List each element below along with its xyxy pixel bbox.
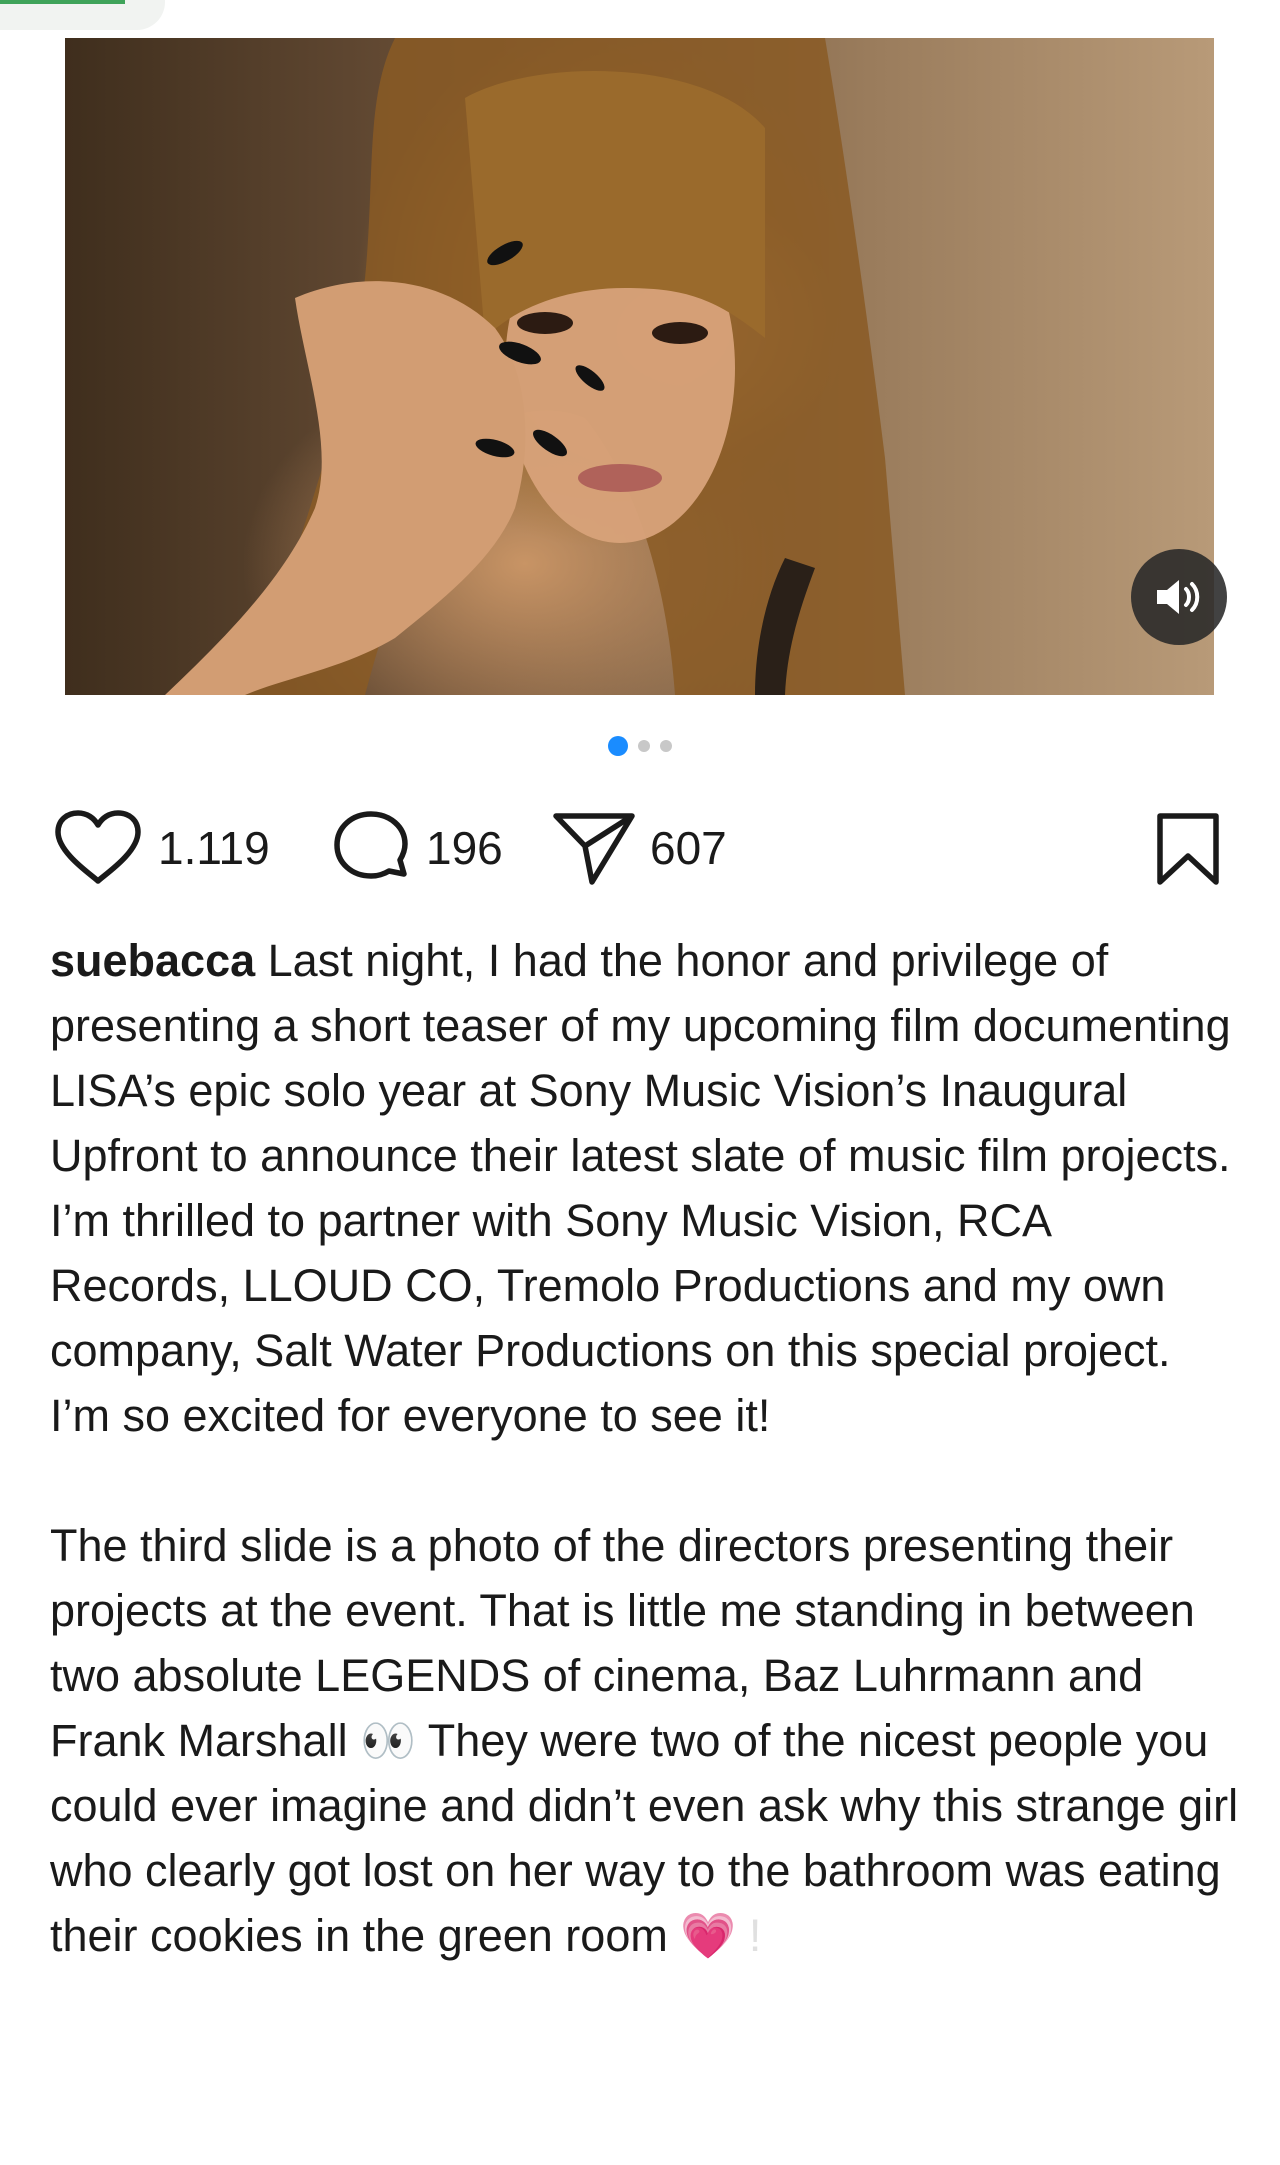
save-button[interactable] (1154, 812, 1222, 891)
carousel-indicator (0, 736, 1280, 756)
speaker-icon (1157, 580, 1200, 614)
like-button[interactable]: 1.119 (52, 808, 270, 888)
caption-paragraph-1: suebacca Last night, I had the honor and… (50, 928, 1240, 1448)
photo-illustration (165, 38, 905, 695)
share-count: 607 (650, 822, 727, 874)
post-media[interactable] (65, 38, 1214, 695)
heart-emoji: 💗 (680, 1910, 737, 1961)
top-tab-fragment (0, 0, 165, 30)
tab-indicator (0, 0, 125, 4)
comment-button[interactable]: 196 (332, 808, 503, 888)
caption-text-1: Last night, I had the honor and privileg… (50, 935, 1231, 1441)
send-icon (553, 813, 635, 885)
post-actions-bar: 1.119 196 607 (52, 808, 1228, 888)
heart-icon (55, 810, 141, 884)
like-count: 1.119 (158, 822, 270, 874)
sound-toggle-button[interactable] (1131, 549, 1227, 645)
carousel-dot[interactable] (638, 740, 650, 752)
caption-paragraph-2: The third slide is a photo of the direct… (50, 1513, 1240, 1968)
comment-bubble-icon (334, 811, 408, 879)
carousel-dot-active[interactable] (608, 736, 628, 756)
comment-count: 196 (426, 822, 503, 874)
bookmark-icon (1157, 813, 1219, 885)
caption-username[interactable]: suebacca (50, 935, 255, 986)
carousel-dot[interactable] (660, 740, 672, 752)
caption-faded-text: ! (736, 1910, 762, 1961)
post-caption: suebacca Last night, I had the honor and… (50, 928, 1240, 1968)
share-button[interactable]: 607 (552, 808, 727, 888)
eyes-emoji: 👀 (360, 1715, 417, 1766)
